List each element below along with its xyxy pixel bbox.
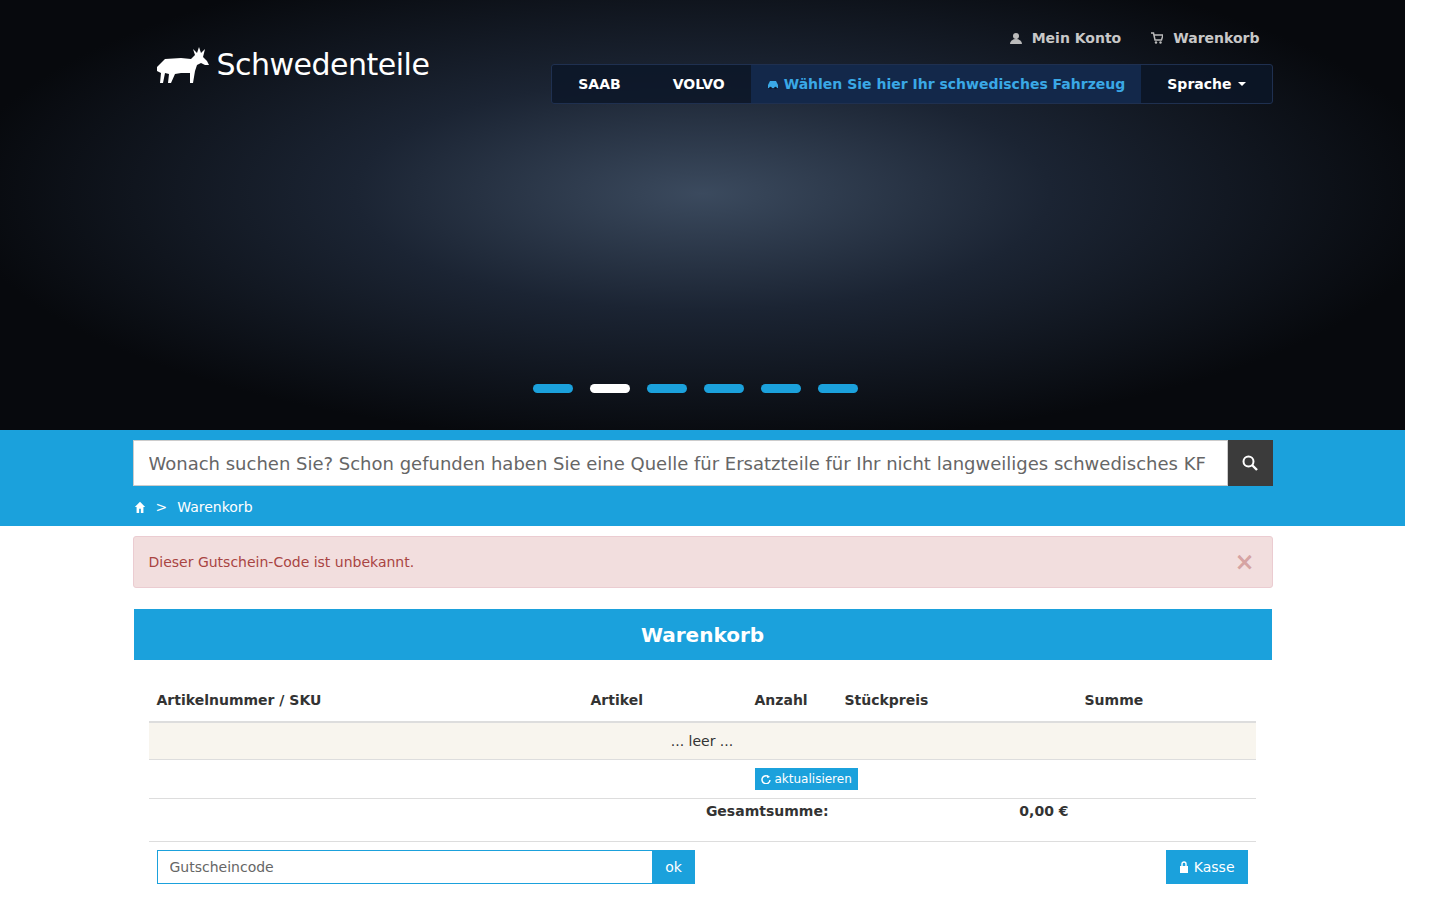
search-bar: > Warenkorb <box>0 430 1405 526</box>
checkout-label[interactable]: Kasse <box>1194 857 1235 878</box>
moose-icon <box>151 43 211 87</box>
coupon-submit-button[interactable]: ok <box>653 850 695 884</box>
checkout-button[interactable]: Kasse <box>1166 850 1248 884</box>
top-link-label[interactable]: Warenkorb <box>1173 28 1259 49</box>
breadcrumb-separator: > <box>154 497 170 518</box>
cart-title: Warenkorb <box>641 620 764 650</box>
cart-actions: ok Kasse <box>149 850 1256 884</box>
search-button[interactable] <box>1228 440 1273 486</box>
logo-text[interactable]: Schwedenteile <box>217 50 430 80</box>
column-header: Anzahl <box>747 690 837 711</box>
breadcrumb-item[interactable]: Warenkorb <box>177 497 252 518</box>
top-link-label[interactable]: Mein Konto <box>1032 28 1122 49</box>
update-button-label[interactable]: aktualisieren <box>775 770 852 788</box>
alert-message: Dieser Gutschein-Code ist unbekannt. <box>149 552 415 573</box>
cart-table: Artikelnummer / SKUArtikelAnzahlStückpre… <box>149 690 1256 884</box>
empty-row: ... leer ... <box>149 723 1256 760</box>
refresh-icon <box>761 774 771 784</box>
carousel-dot[interactable] <box>590 384 630 393</box>
update-button[interactable]: aktualisieren <box>755 768 858 790</box>
carousel-dot[interactable] <box>533 384 573 393</box>
lock-icon <box>1179 861 1189 873</box>
user-icon <box>1010 32 1022 44</box>
nav-vehicle-selector[interactable]: Wählen Sie hier Ihr schwedisches Fahrzeu… <box>751 65 1142 103</box>
column-header: Summe <box>1077 690 1256 711</box>
top-links: Mein Konto Warenkorb <box>1010 26 1273 50</box>
logo[interactable]: Schwedenteile <box>151 40 430 90</box>
carousel-dot[interactable] <box>704 384 744 393</box>
nav-label[interactable]: VOLVO <box>673 74 725 95</box>
column-header: Stückpreis <box>837 690 1077 711</box>
alert: Dieser Gutschein-Code ist unbekannt. × <box>133 536 1273 588</box>
magnifier-icon <box>1242 455 1258 471</box>
coupon-input[interactable] <box>157 850 653 884</box>
header-bar: Schwedenteile Mein Konto Warenkorb SAAB VO… <box>133 0 1273 104</box>
nav-link[interactable]: SAAB <box>552 65 646 103</box>
column-header: Artikel <box>583 690 747 711</box>
empty-text: ... leer ... <box>671 731 733 752</box>
nav-dropdown[interactable]: Sprache <box>1141 65 1271 103</box>
total-label: Gesamtsumme: <box>149 801 837 822</box>
update-row: aktualisieren <box>149 760 1256 799</box>
cart-heading: Warenkorb <box>134 609 1272 660</box>
table-header: Artikelnummer / SKUArtikelAnzahlStückpre… <box>149 690 1256 723</box>
total-row: Gesamtsumme: 0,00 € <box>149 799 1256 842</box>
content: Dieser Gutschein-Code ist unbekannt. × W… <box>133 526 1273 884</box>
caret-icon <box>1238 82 1246 86</box>
nav-label[interactable]: SAAB <box>578 74 620 95</box>
carousel-indicators <box>0 384 1405 393</box>
search-input[interactable] <box>133 440 1228 486</box>
top-link[interactable]: Mein Konto <box>1010 28 1122 49</box>
carousel-dot[interactable] <box>647 384 687 393</box>
column-header: Artikelnummer / SKU <box>149 690 583 711</box>
total-value: 0,00 € <box>837 801 1077 822</box>
nav-label[interactable]: Sprache <box>1167 74 1231 95</box>
hero-banner: Schwedenteile Mein Konto Warenkorb SAAB VO… <box>0 0 1405 430</box>
nav-link[interactable]: VOLVO <box>647 65 751 103</box>
header-right: Mein Konto Warenkorb SAAB VOLVO Wählen Sie … <box>551 26 1272 104</box>
coupon-form: ok <box>157 850 695 884</box>
nav-label[interactable]: Wählen Sie hier Ihr schwedisches Fahrzeu… <box>784 74 1126 95</box>
carousel-dot[interactable] <box>761 384 801 393</box>
main-nav: SAAB VOLVO Wählen Sie hier Ihr schwedische… <box>551 64 1272 104</box>
search-form <box>133 440 1273 486</box>
top-link[interactable]: Warenkorb <box>1151 28 1259 49</box>
page: Schwedenteile Mein Konto Warenkorb SAAB VO… <box>0 0 1405 884</box>
breadcrumb: > Warenkorb <box>133 496 1273 518</box>
alert-close-button[interactable]: × <box>1234 550 1256 574</box>
carousel-dot[interactable] <box>818 384 858 393</box>
home-icon <box>134 499 146 515</box>
cart-icon <box>1151 32 1163 44</box>
car-icon <box>767 78 779 90</box>
